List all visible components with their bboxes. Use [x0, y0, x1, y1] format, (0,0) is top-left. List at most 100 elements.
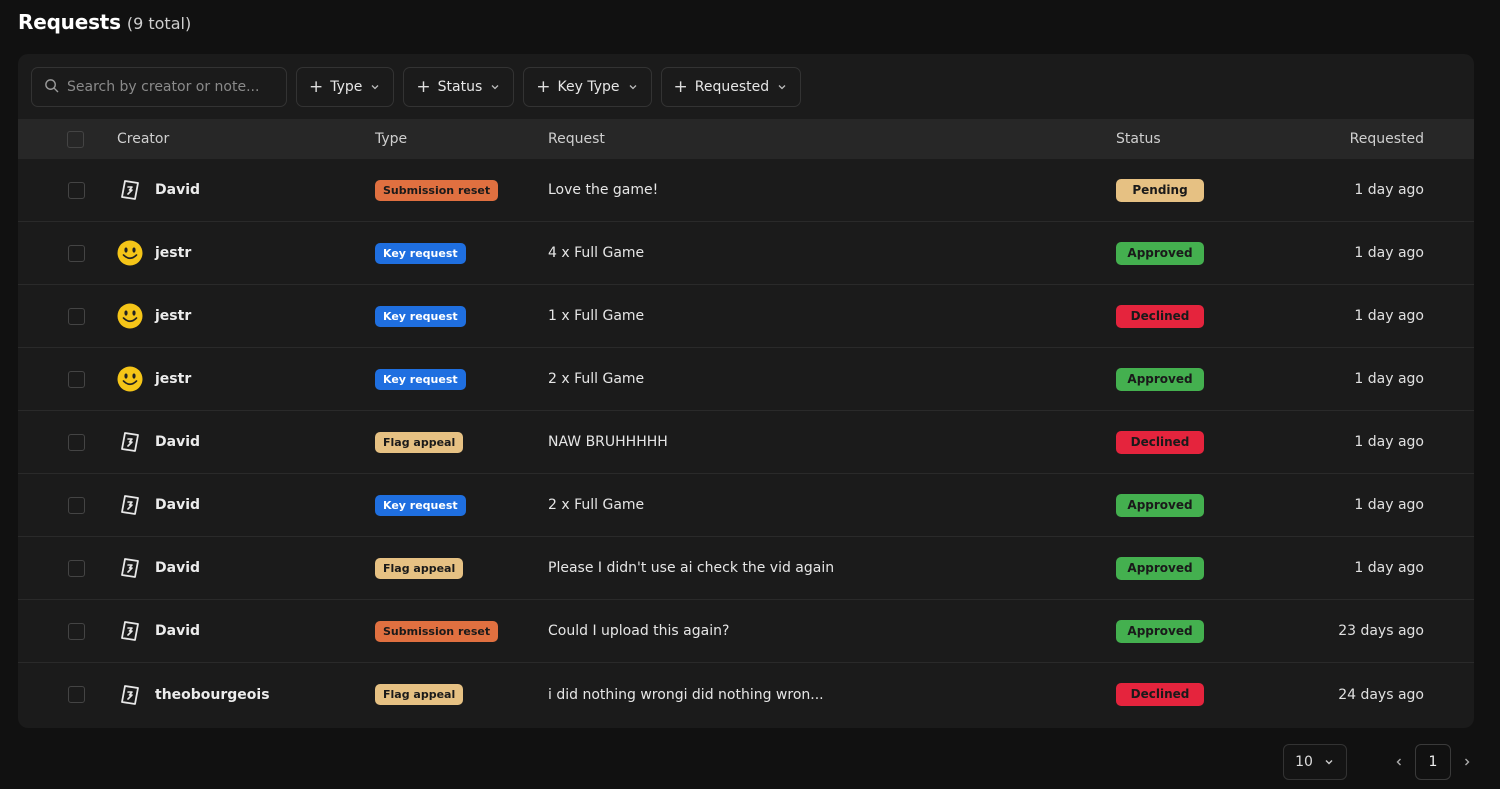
row-select-cell — [18, 370, 117, 388]
type-badge: Flag appeal — [375, 557, 464, 579]
status-badge: Approved — [1116, 367, 1204, 391]
plus-icon: + — [536, 76, 551, 97]
status-cell: Declined — [1116, 430, 1266, 454]
type-cell: Submission reset — [375, 620, 548, 642]
table-row[interactable]: David Flag appeal Please I didn't use ai c… — [18, 537, 1474, 600]
row-checkbox[interactable] — [67, 686, 85, 703]
filter-requested-button[interactable]: + Requested — [660, 67, 802, 107]
table-row[interactable]: jestr Key request 4 x Full Game Approved 1 d… — [18, 222, 1474, 285]
filter-label: Requested — [694, 79, 770, 95]
filter-key-type-button[interactable]: + Key Type — [523, 67, 652, 107]
requested-time: 1 day ago — [1354, 245, 1424, 261]
status-cell: Approved — [1116, 556, 1266, 580]
creator-name: David — [155, 497, 201, 513]
column-header-creator[interactable]: Creator — [117, 131, 375, 147]
search-input[interactable] — [67, 79, 267, 95]
status-cell: Declined — [1116, 304, 1266, 328]
column-header-request[interactable]: Request — [548, 131, 1116, 147]
row-select-cell — [18, 622, 117, 640]
table-body: David Submission reset Love the game! Pendi… — [18, 159, 1474, 726]
column-header-type[interactable]: Type — [375, 131, 548, 147]
table-row[interactable]: jestr Key request 1 x Full Game Declined 1 d… — [18, 285, 1474, 348]
type-cell: Flag appeal — [375, 431, 548, 453]
creator-name: David — [155, 623, 201, 639]
creator-name: jestr — [155, 245, 192, 261]
row-select-cell — [18, 686, 117, 703]
requests-card: + Type + Status + Key Type + Requested C… — [18, 54, 1474, 728]
type-cell: Submission reset — [375, 179, 548, 201]
filter-toolbar: + Type + Status + Key Type + Requested — [31, 67, 802, 107]
table-row[interactable]: David Submission reset Love the game! Pendi… — [18, 159, 1474, 222]
row-select-cell — [18, 244, 117, 262]
row-checkbox[interactable] — [67, 622, 85, 640]
chevron-down-icon — [371, 85, 379, 90]
request-text: i did nothing wrongi did nothing wron... — [548, 686, 824, 703]
status-badge: Pending — [1116, 178, 1204, 202]
filter-label: Status — [437, 79, 483, 95]
next-page-button[interactable] — [1455, 750, 1479, 774]
select-all-checkbox[interactable] — [67, 130, 84, 148]
page-title: Requests — [18, 10, 121, 34]
row-checkbox[interactable] — [67, 181, 85, 199]
logo-icon — [117, 618, 143, 644]
row-checkbox[interactable] — [67, 244, 85, 262]
creator-cell: David — [117, 555, 375, 581]
type-cell: Key request — [375, 494, 548, 516]
status-badge: Approved — [1116, 556, 1204, 580]
row-checkbox[interactable] — [67, 307, 85, 325]
table-row[interactable]: David Submission reset Could I upload this… — [18, 600, 1474, 663]
creator-cell: jestr — [117, 240, 375, 266]
creator-name: jestr — [155, 371, 192, 387]
filter-status-button[interactable]: + Status — [403, 67, 515, 107]
smiley-icon — [117, 303, 143, 329]
logo-icon — [117, 555, 143, 581]
row-checkbox[interactable] — [67, 496, 85, 514]
type-cell: Flag appeal — [375, 684, 548, 705]
type-cell: Key request — [375, 242, 548, 264]
request-text: 1 x Full Game — [548, 308, 645, 324]
pagination: 10 1 — [1283, 744, 1479, 780]
chevron-down-icon — [491, 85, 499, 90]
type-badge: Key request — [375, 368, 466, 390]
creator-cell: David — [117, 429, 375, 455]
row-select-cell — [18, 559, 117, 577]
type-cell: Key request — [375, 305, 548, 327]
row-select-cell — [18, 433, 117, 451]
type-badge: Key request — [375, 305, 466, 327]
search-icon — [44, 78, 59, 97]
request-text: 2 x Full Game — [548, 497, 645, 513]
table-row[interactable]: theobourgeois Flag appeal i did nothing wr… — [18, 663, 1474, 726]
requested-time: 1 day ago — [1354, 434, 1424, 450]
column-header-requested[interactable]: Requested — [1266, 131, 1424, 147]
row-checkbox[interactable] — [67, 433, 85, 451]
status-cell: Approved — [1116, 493, 1266, 517]
filter-type-button[interactable]: + Type — [296, 67, 395, 107]
table-row[interactable]: David Flag appeal NAW BRUHHHHH Declined 1 da… — [18, 411, 1474, 474]
type-badge: Submission reset — [375, 620, 499, 642]
requested-time: 1 day ago — [1354, 560, 1424, 576]
table-row[interactable]: jestr Key request 2 x Full Game Approved 1 d… — [18, 348, 1474, 411]
table-row[interactable]: David Key request 2 x Full Game Approved 1 d… — [18, 474, 1474, 537]
chevron-down-icon — [778, 85, 786, 90]
total-count: (9 total) — [126, 14, 192, 33]
row-checkbox[interactable] — [67, 370, 85, 388]
select-all-cell — [18, 130, 117, 148]
creator-name: David — [155, 182, 201, 198]
creator-cell: theobourgeois — [117, 682, 375, 708]
request-text: Please I didn't use ai check the vid aga… — [548, 560, 835, 576]
requested-time: 24 days ago — [1338, 686, 1424, 703]
page-number-button[interactable]: 1 — [1415, 744, 1451, 780]
column-header-status[interactable]: Status — [1116, 131, 1266, 147]
previous-page-button[interactable] — [1387, 750, 1411, 774]
search-box[interactable] — [31, 67, 287, 107]
status-cell: Pending — [1116, 178, 1266, 202]
row-checkbox[interactable] — [67, 559, 85, 577]
status-cell: Declined — [1116, 683, 1266, 706]
creator-cell: jestr — [117, 303, 375, 329]
status-cell: Approved — [1116, 241, 1266, 265]
logo-icon — [117, 429, 143, 455]
smiley-icon — [117, 240, 143, 266]
page-size-select[interactable]: 10 — [1283, 744, 1347, 780]
requested-time: 1 day ago — [1354, 371, 1424, 387]
creator-name: David — [155, 560, 201, 576]
